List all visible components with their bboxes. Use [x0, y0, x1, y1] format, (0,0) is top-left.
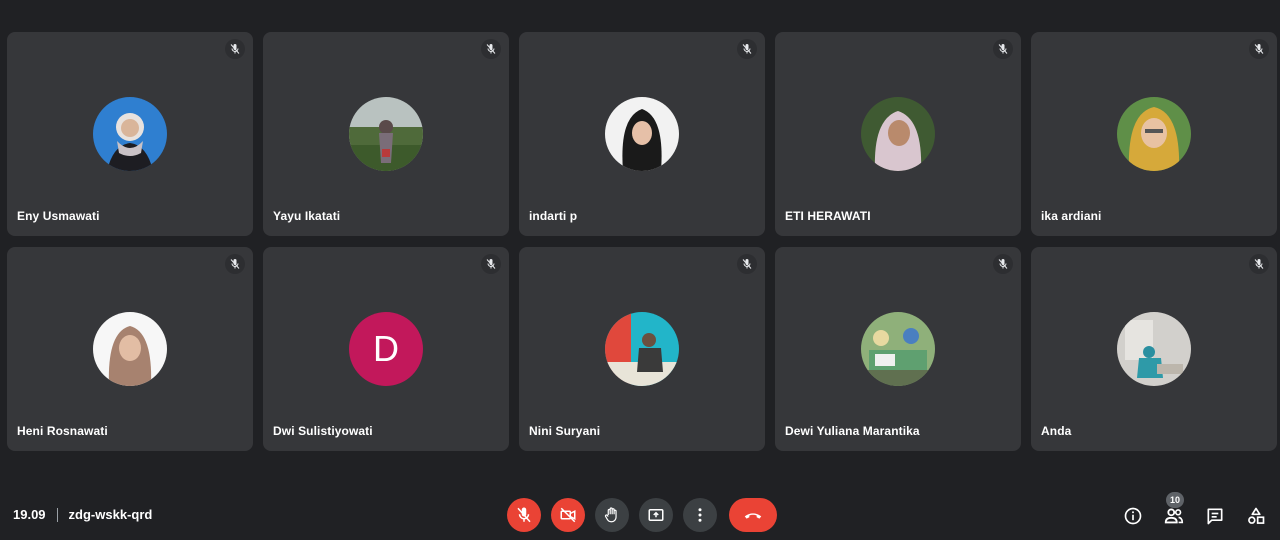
camera-off-icon [559, 506, 577, 524]
mic-off-icon [481, 254, 501, 274]
mic-toggle-button[interactable] [507, 498, 541, 532]
mic-off-icon [993, 39, 1013, 59]
participant-name: ETI HERAWATI [785, 209, 871, 223]
activities-icon [1246, 506, 1266, 526]
participant-tile[interactable]: indarti p [519, 32, 765, 236]
mic-off-icon [1249, 39, 1269, 59]
participant-name: indarti p [529, 209, 578, 223]
people-button[interactable]: 10 [1162, 492, 1186, 528]
end-call-icon [742, 504, 764, 526]
participant-tile[interactable]: D Dwi Sulistiyowati [263, 247, 509, 451]
participant-name: Dwi Sulistiyowati [273, 424, 373, 438]
mic-off-icon [737, 254, 757, 274]
side-controls: 10 [1104, 492, 1268, 528]
participant-name: Anda [1041, 424, 1072, 438]
avatar-letter: D [349, 312, 423, 386]
meeting-code[interactable]: zdg-wskk-qrd [69, 507, 153, 522]
avatar [93, 312, 167, 386]
more-options-icon [691, 506, 709, 524]
participant-tile[interactable]: ETI HERAWATI [775, 32, 1021, 236]
raise-hand-button[interactable] [595, 498, 629, 532]
present-screen-icon [647, 506, 665, 524]
avatar [605, 97, 679, 171]
participant-tile[interactable]: Heni Rosnawati [7, 247, 253, 451]
avatar [605, 312, 679, 386]
participant-tile[interactable]: Dewi Yuliana Marantika [775, 247, 1021, 451]
participant-name: Dewi Yuliana Marantika [785, 424, 920, 438]
participant-name: Yayu Ikatati [273, 209, 341, 223]
meeting-details-button[interactable] [1121, 504, 1145, 528]
more-options-button[interactable] [683, 498, 717, 532]
participant-name: Nini Suryani [529, 424, 601, 438]
participant-tile[interactable]: Yayu Ikatati [263, 32, 509, 236]
participant-tile[interactable]: Anda [1031, 247, 1277, 451]
participant-name: Eny Usmawati [17, 209, 100, 223]
chat-icon [1205, 506, 1225, 526]
divider [56, 507, 58, 522]
raise-hand-icon [603, 506, 621, 524]
avatar [861, 97, 935, 171]
info-icon [1123, 506, 1143, 526]
mic-off-icon [1249, 254, 1269, 274]
people-icon [1163, 505, 1185, 527]
camera-toggle-button[interactable] [551, 498, 585, 532]
mic-off-icon [225, 254, 245, 274]
bottom-toolbar: 19.09 zdg-wskk-qrd 10 [0, 490, 1280, 540]
chat-button[interactable] [1203, 504, 1227, 528]
avatar [861, 312, 935, 386]
participant-tile[interactable]: Nini Suryani [519, 247, 765, 451]
end-call-button[interactable] [729, 498, 777, 532]
participant-name: ika ardiani [1041, 209, 1102, 223]
avatar [1117, 97, 1191, 171]
participant-tile[interactable]: ika ardiani [1031, 32, 1277, 236]
present-screen-button[interactable] [639, 498, 673, 532]
mic-off-icon [737, 39, 757, 59]
mic-off-icon [515, 506, 533, 524]
meeting-info: 19.09 zdg-wskk-qrd [13, 507, 152, 522]
meeting-time: 19.09 [13, 507, 46, 522]
avatar [349, 97, 423, 171]
participant-grid: Eny Usmawati Yayu Ikatati indarti p ETI … [7, 32, 1277, 451]
avatar [1117, 312, 1191, 386]
participant-count-badge: 10 [1166, 492, 1184, 508]
activities-button[interactable] [1244, 504, 1268, 528]
call-controls [507, 498, 777, 532]
mic-off-icon [993, 254, 1013, 274]
mic-off-icon [225, 39, 245, 59]
mic-off-icon [481, 39, 501, 59]
participant-name: Heni Rosnawati [17, 424, 108, 438]
participant-tile[interactable]: Eny Usmawati [7, 32, 253, 236]
avatar [93, 97, 167, 171]
